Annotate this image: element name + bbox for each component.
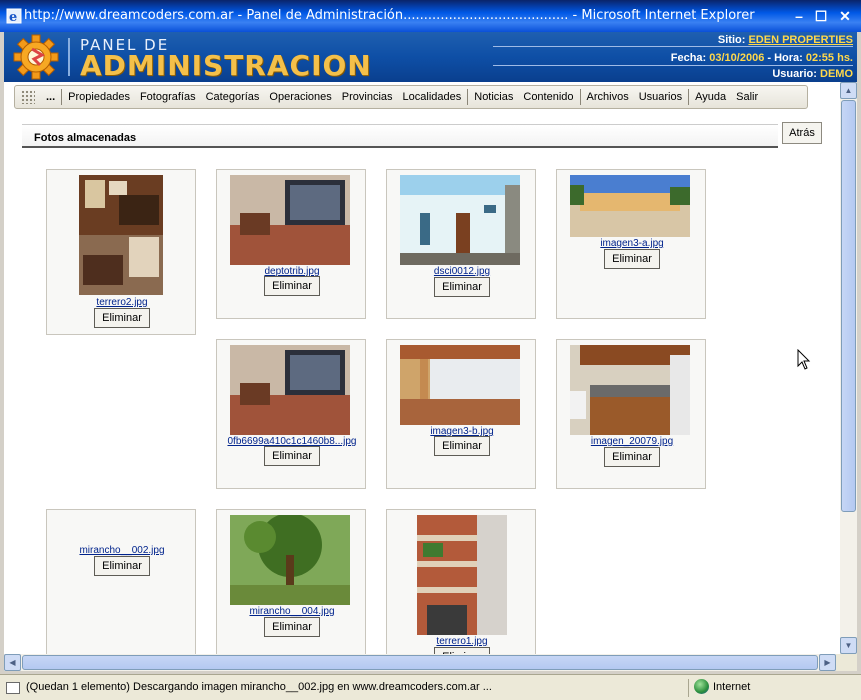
maximize-button[interactable]: ☐: [811, 7, 831, 25]
gear-logo-icon: [13, 34, 59, 80]
menu-item-localidades[interactable]: Localidades: [398, 91, 467, 103]
scroll-right-icon[interactable]: ▶: [819, 654, 836, 671]
photo-filename-link[interactable]: imagen3-a.jpg: [557, 238, 707, 249]
photo-card: deptotrib.jpg Eliminar: [216, 169, 366, 319]
title-bar: e http://www.dreamcoders.com.ar - Panel …: [0, 0, 861, 32]
menu-item-usuarios[interactable]: Usuarios: [634, 91, 687, 103]
delete-button[interactable]: Eliminar: [434, 277, 490, 297]
photo-card: terrero2.jpg Eliminar: [46, 169, 196, 335]
photo-thumbnail[interactable]: [230, 345, 350, 435]
scroll-down-icon[interactable]: ▼: [840, 637, 857, 654]
info-rule: [493, 65, 853, 66]
photo-filename-link[interactable]: terrero2.jpg: [47, 297, 197, 308]
photo-card: terrero1.jpg Eliminar: [386, 509, 536, 654]
time-label: - Hora:: [767, 52, 803, 64]
minimize-button[interactable]: –: [789, 7, 809, 25]
ie-icon: e: [6, 8, 22, 24]
section-title: Fotos almacenadas: [34, 132, 137, 144]
menu-item-salir[interactable]: Salir: [731, 91, 763, 103]
photo-card: imagen3-a.jpg Eliminar: [556, 169, 706, 319]
date-value: 03/10/2006: [709, 52, 765, 64]
vertical-scroll-thumb[interactable]: [841, 100, 856, 512]
svg-text:e: e: [9, 10, 17, 24]
date-info: Fecha: 03/10/2006 - Hora: 02:55 hs.: [493, 52, 853, 64]
status-bar: (Quedan 1 elemento) Descargando imagen m…: [0, 674, 861, 700]
menu-item-fotografias[interactable]: Fotografías: [135, 91, 201, 103]
mouse-cursor-icon: [797, 349, 811, 370]
menu-separator: [688, 89, 690, 105]
photo-filename-link[interactable]: terrero1.jpg: [387, 636, 537, 647]
user-label: Usuario:: [772, 68, 817, 80]
photo-card: imagen3-b.jpg Eliminar: [386, 339, 536, 489]
page-loading-icon: [6, 682, 20, 694]
close-button[interactable]: ✕: [835, 7, 855, 25]
photo-filename-link[interactable]: mirancho__002.jpg: [47, 545, 197, 556]
photo-thumbnail[interactable]: [230, 175, 350, 265]
banner-divider: [68, 38, 70, 76]
photo-thumbnail[interactable]: [230, 515, 350, 605]
user-value: DEMO: [820, 68, 853, 80]
site-info: Sitio: EDEN PROPERTIES: [493, 34, 853, 46]
delete-button[interactable]: Eliminar: [434, 647, 490, 654]
delete-button[interactable]: Eliminar: [604, 447, 660, 467]
vertical-scrollbar[interactable]: ▲ ▼: [840, 82, 857, 654]
menu-separator: [61, 89, 63, 105]
delete-button[interactable]: Eliminar: [264, 446, 320, 466]
scroll-corner: [836, 654, 857, 671]
photo-thumbnail[interactable]: [570, 345, 690, 435]
status-text: (Quedan 1 elemento) Descargando imagen m…: [26, 681, 492, 693]
menu-grip-icon[interactable]: [21, 90, 35, 104]
delete-button[interactable]: Eliminar: [434, 436, 490, 456]
photo-card: dsci0012.jpg Eliminar: [386, 169, 536, 319]
user-info: Usuario: DEMO: [493, 68, 853, 80]
photo-filename-link[interactable]: imagen_20079.jpg: [557, 436, 707, 447]
menu-separator: [579, 89, 581, 105]
photo-filename-link[interactable]: dsci0012.jpg: [387, 266, 537, 277]
menu-item-operaciones[interactable]: Operaciones: [264, 91, 336, 103]
photo-card: imagen_20079.jpg Eliminar: [556, 339, 706, 489]
browser-viewport: PANEL DE ADMINISTRACION Sitio: EDEN PROP…: [4, 32, 857, 654]
photo-thumbnail[interactable]: [79, 175, 163, 295]
window-title: http://www.dreamcoders.com.ar - Panel de…: [24, 8, 755, 23]
date-label: Fecha:: [670, 52, 707, 64]
photo-thumbnail[interactable]: [400, 175, 520, 265]
photo-card: mirancho__004.jpg Eliminar: [216, 509, 366, 654]
photo-filename-link[interactable]: mirancho__004.jpg: [217, 606, 367, 617]
status-separator: [688, 679, 689, 697]
delete-button[interactable]: Eliminar: [264, 276, 320, 296]
back-button[interactable]: Atrás: [782, 122, 822, 144]
internet-zone-icon: [694, 679, 709, 694]
admin-banner: PANEL DE ADMINISTRACION Sitio: EDEN PROP…: [4, 32, 857, 82]
main-menu: ... Propiedades Fotografías Categorías O…: [14, 85, 808, 109]
menu-item-categorias[interactable]: Categorías: [201, 91, 265, 103]
menu-item-provincias[interactable]: Provincias: [337, 91, 398, 103]
menu-item-more[interactable]: ...: [41, 91, 60, 103]
horizontal-scrollbar[interactable]: ◀ ▶: [4, 654, 836, 671]
delete-button[interactable]: Eliminar: [264, 617, 320, 637]
menu-separator: [467, 89, 469, 105]
menu-item-noticias[interactable]: Noticias: [469, 91, 518, 103]
horizontal-scroll-thumb[interactable]: [22, 655, 818, 670]
scroll-left-icon[interactable]: ◀: [4, 654, 21, 671]
info-rule: [493, 46, 853, 47]
photo-card: mirancho__002.jpg Eliminar: [46, 509, 196, 654]
security-zone: Internet: [713, 681, 751, 693]
site-link[interactable]: EDEN PROPERTIES: [748, 34, 853, 46]
scroll-up-icon[interactable]: ▲: [840, 82, 857, 99]
menu-item-contenido[interactable]: Contenido: [518, 91, 578, 103]
delete-button[interactable]: Eliminar: [94, 308, 150, 328]
menu-item-archivos[interactable]: Archivos: [582, 91, 634, 103]
logo-main-text: ADMINISTRACION: [80, 49, 372, 82]
site-label: Sitio:: [717, 34, 746, 46]
delete-button[interactable]: Eliminar: [604, 249, 660, 269]
section-header: Fotos almacenadas: [22, 124, 778, 148]
photo-card: 0fb6699a410c1c1460b8...jpg Eliminar: [216, 339, 366, 489]
photo-thumbnail[interactable]: [417, 515, 507, 635]
photo-thumbnail[interactable]: [400, 345, 520, 425]
menu-item-propiedades[interactable]: Propiedades: [63, 91, 135, 103]
menu-item-ayuda[interactable]: Ayuda: [690, 91, 731, 103]
photo-thumbnail[interactable]: [570, 175, 690, 237]
time-value: 02:55 hs.: [805, 52, 853, 64]
delete-button[interactable]: Eliminar: [94, 556, 150, 576]
